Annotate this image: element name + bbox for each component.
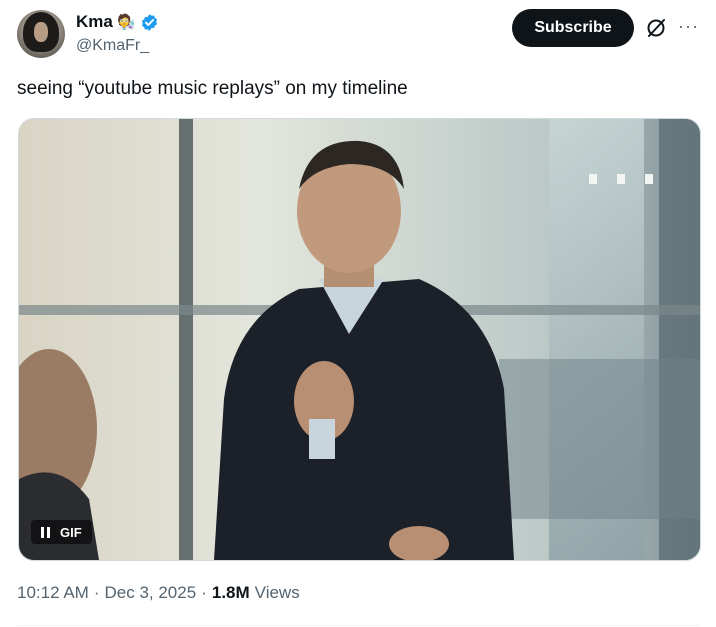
pause-icon[interactable] [41, 526, 50, 538]
avatar[interactable] [17, 10, 65, 58]
grok-icon[interactable] [645, 17, 667, 39]
scientist-emoji-icon: 🧑‍🔬 [116, 13, 136, 31]
gif-badge[interactable]: GIF [31, 520, 92, 544]
tweet-meta: 10:12 AM · Dec 3, 2025 · 1.8M Views [17, 583, 300, 603]
avatar-face [34, 22, 48, 42]
tweet-text: seeing “youtube music replays” on my tim… [17, 78, 408, 99]
meta-separator-2: · [201, 583, 207, 602]
subscribe-button[interactable]: Subscribe [512, 9, 634, 47]
gif-media[interactable]: GIF [18, 118, 701, 561]
more-options-icon[interactable]: ··· [678, 17, 699, 35]
gif-frame-image [19, 119, 700, 560]
author-handle[interactable]: @KmaFr_ [76, 37, 149, 55]
views-count: 1.8M [211, 583, 250, 602]
verified-badge-icon [140, 13, 159, 32]
views-label: Views [254, 583, 300, 602]
gif-label: GIF [60, 524, 82, 540]
post-date[interactable]: Dec 3, 2025 [105, 583, 197, 603]
display-name[interactable]: Kma [76, 12, 113, 32]
meta-separator: · [93, 583, 100, 602]
divider [17, 625, 699, 626]
author-name-row[interactable]: Kma 🧑‍🔬 [76, 12, 159, 32]
post-time[interactable]: 10:12 AM [17, 583, 89, 603]
